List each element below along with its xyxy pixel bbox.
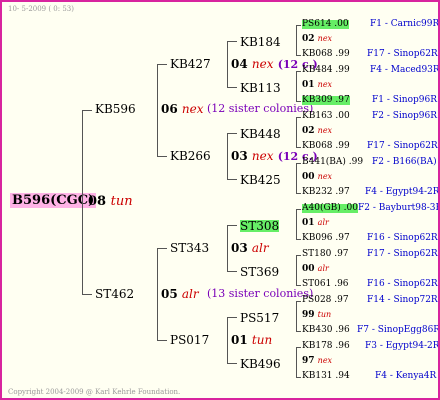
leaf-row[interactable]: PS614 .00	[302, 20, 349, 29]
gg-st369[interactable]: ST369	[240, 266, 279, 278]
leaf-year: 97 nex	[302, 356, 333, 366]
gg-st308[interactable]: ST308	[240, 220, 280, 232]
leaf-row[interactable]: KB430 .96	[302, 326, 350, 335]
leaf-year: 01 nex	[302, 80, 333, 90]
st343-year: 03 alr	[231, 241, 269, 255]
leaf-row[interactable]: KB096 .97	[302, 234, 350, 243]
gg-kb184[interactable]: KB184	[240, 36, 281, 48]
grandparent-kb266[interactable]: KB266	[170, 150, 211, 162]
parent-st462[interactable]: ST462	[95, 288, 134, 300]
leaf-source: F4 - Maced93R	[370, 65, 440, 75]
leaf-year: 00 nex	[302, 172, 333, 182]
leaf-source: F17 - Sinop62R	[367, 141, 438, 151]
leaf-source: F17 - Sinop62R	[367, 49, 438, 59]
copyright: Copyright 2004-2009 @ Karl Kehrle Founda…	[8, 388, 181, 396]
leaf-row[interactable]: KB131 .94	[302, 372, 350, 381]
leaf-source: F7 - SinopEgg86R	[357, 325, 440, 335]
leaf-source: F2 - B166(BA)	[372, 157, 437, 167]
leaf-row[interactable]: KB068 .99	[302, 50, 350, 59]
leaf-source: F1 - Sinop96R	[372, 95, 437, 105]
leaf-year: 02 nex	[302, 34, 333, 44]
grandparent-kb427[interactable]: KB427	[170, 58, 211, 70]
root-breed: tun	[110, 194, 133, 209]
leaf-row[interactable]: KB309 .97	[302, 96, 350, 105]
root-year: 08 tun	[88, 194, 133, 209]
grandparent-st343[interactable]: ST343	[170, 242, 209, 254]
leaf-source: F1 - Carnic99R	[370, 19, 440, 29]
leaf-row[interactable]: KB178 .96	[302, 342, 350, 351]
st462-sister-count: (13 sister colonies)	[207, 287, 314, 300]
leaf-row[interactable]: ST180 .97	[302, 250, 349, 259]
leaf-source: F4 - Egypt94-2R	[365, 187, 440, 197]
leaf-source: F17 - Sinop62R	[367, 249, 438, 259]
kb596-sister-count: (12 sister colonies)	[207, 102, 314, 115]
date-stamp: 10- 5-2009 ( 0: 53)	[8, 5, 74, 13]
leaf-row[interactable]: B441(BA) .99	[302, 158, 363, 167]
parent-kb596[interactable]: KB596	[95, 103, 136, 115]
leaf-row[interactable]: KB232 .97	[302, 188, 350, 197]
gg-ps517[interactable]: PS517	[240, 312, 279, 324]
root-queen[interactable]: B596(CGC)	[10, 193, 97, 208]
st462-year: 05 alr	[161, 287, 199, 301]
gg-kb448[interactable]: KB448	[240, 128, 281, 140]
leaf-source: F2 - Sinop96R	[372, 111, 437, 121]
leaf-row[interactable]: KB068 .99	[302, 142, 350, 151]
leaf-year: 02 nex	[302, 126, 333, 136]
leaf-source: F14 - Sinop72R	[367, 295, 438, 305]
leaf-source: F16 - Sinop62R	[367, 233, 438, 243]
ps017-year: 01 tun	[231, 333, 273, 347]
leaf-row[interactable]: PS028 .97	[302, 296, 349, 305]
gg-kb425[interactable]: KB425	[240, 174, 281, 186]
leaf-source: F3 - Egypt94-2R	[365, 341, 440, 351]
leaf-year: 00 alr	[302, 264, 329, 274]
leaf-source: F4 - Kenya4R	[375, 371, 437, 381]
leaf-row[interactable]: KB163 .00	[302, 112, 350, 121]
leaf-source: F2 - Bayburt98-3R	[358, 203, 440, 213]
kb596-year: 06 nex	[161, 102, 204, 116]
gg-kb496[interactable]: KB496	[240, 358, 281, 370]
leaf-source: F16 - Sinop62R	[367, 279, 438, 289]
leaf-row[interactable]: KB484 .99	[302, 66, 350, 75]
leaf-row[interactable]: A40(GB) .00	[302, 204, 358, 213]
leaf-row[interactable]: ST061 .96	[302, 280, 349, 289]
pedigree-panel: 10- 5-2009 ( 0: 53) B596(CGC) 08 tun KB5…	[0, 0, 440, 400]
gg-kb113[interactable]: KB113	[240, 82, 281, 94]
grandparent-ps017[interactable]: PS017	[170, 334, 209, 346]
leaf-year: 01 alr	[302, 218, 329, 228]
leaf-year: 99 tun	[302, 310, 332, 320]
